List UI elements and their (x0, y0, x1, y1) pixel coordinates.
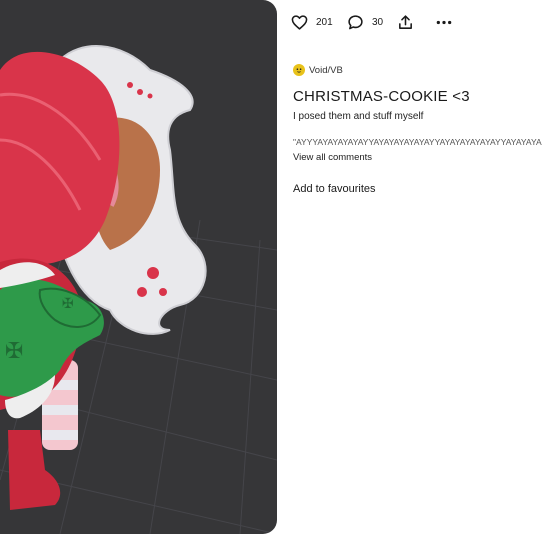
avatar (293, 64, 305, 76)
speech-bubble-icon (348, 15, 363, 30)
view-all-comments-link[interactable]: View all comments (293, 152, 372, 163)
post-description: I posed them and stuff myself (293, 111, 424, 122)
author-link[interactable]: Void/VB (293, 64, 343, 76)
comments-button[interactable]: 30 (347, 14, 397, 31)
svg-text:✠: ✠ (5, 339, 23, 364)
comment-preview: "AYYYAYAYAYAYAYYAYAYAYAYAYAYYAYAYAYAYAYA… (293, 137, 542, 147)
more-options-button[interactable] (435, 14, 453, 31)
comments-count: 30 (372, 17, 384, 28)
post-title: CHRISTMAS-COOKIE <3 (293, 88, 470, 105)
share-button[interactable] (397, 14, 435, 31)
author-name: Void/VB (309, 64, 343, 76)
like-button[interactable]: 201 (291, 14, 347, 31)
add-to-favourites-button[interactable]: Add to favourites (293, 183, 376, 195)
svg-text:✠: ✠ (62, 296, 74, 312)
likes-count: 201 (316, 17, 333, 28)
post-details-panel: 201 30 Void/VB CHRISTMAS-COOKIE <3 I pos… (277, 0, 560, 560)
stats-bar: 201 30 (291, 14, 453, 31)
more-horizontal-icon (436, 20, 452, 25)
model-render: ✠ ✠ (0, 45, 277, 534)
avatar-face-icon (296, 68, 302, 73)
share-upload-icon (399, 15, 412, 29)
heart-icon (291, 15, 308, 30)
model-viewer[interactable]: ✠ ✠ (0, 0, 277, 534)
